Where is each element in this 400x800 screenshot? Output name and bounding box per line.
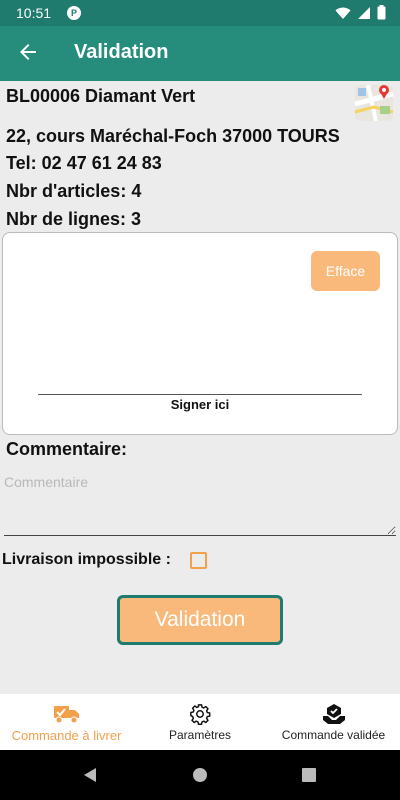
wifi-icon	[335, 7, 351, 19]
nav-label: Commande validée	[281, 728, 386, 742]
signature-line	[38, 394, 362, 395]
comment-title: Commentaire:	[6, 439, 128, 459]
status-time: 10:51	[16, 5, 52, 21]
app-bar: Validation	[0, 26, 400, 81]
nav-item-commande-validee[interactable]: Commande validée	[267, 694, 400, 750]
nav-item-parametres[interactable]: Paramètres	[133, 694, 267, 750]
page-title: Validation	[74, 41, 169, 63]
order-article-count: Nbr d'articles: 4	[6, 181, 142, 201]
validated-order-icon	[323, 704, 345, 724]
system-home-icon[interactable]	[192, 767, 208, 783]
status-icons	[335, 5, 386, 20]
nav-item-commande-a-livrer[interactable]: Commande à livrer	[0, 694, 133, 750]
order-phone: Tel: 02 47 61 24 83	[6, 153, 162, 173]
gear-icon	[190, 704, 211, 725]
clear-signature-button[interactable]: Efface	[311, 251, 380, 291]
system-navigation-bar	[0, 750, 400, 800]
battery-icon	[377, 5, 386, 20]
system-recents-icon[interactable]	[302, 768, 316, 782]
cell-signal-icon	[358, 6, 370, 19]
order-line-count: Nbr de lignes: 3	[6, 209, 142, 229]
comment-input[interactable]	[4, 470, 396, 536]
bottom-navigation: Commande à livrer Paramètres Commande va…	[0, 694, 400, 750]
delivery-truck-icon	[54, 706, 79, 724]
nav-label: Commande à livrer	[11, 728, 122, 743]
order-reference: BL00006 Diamant Vert	[6, 86, 196, 106]
delivery-impossible-checkbox[interactable]	[190, 552, 207, 569]
back-arrow-icon[interactable]	[16, 40, 40, 64]
status-bar: 10:51 P	[0, 0, 400, 26]
nav-label: Paramètres	[168, 728, 232, 742]
order-address: 22, cours Maréchal-Foch 37000 TOURS	[6, 126, 340, 146]
map-icon[interactable]	[354, 82, 394, 122]
system-back-icon[interactable]	[83, 767, 97, 783]
validation-button[interactable]: Validation	[117, 595, 283, 645]
app-notification-icon: P	[67, 6, 81, 20]
signature-prompt: Signer ici	[170, 397, 230, 412]
delivery-impossible-label: Livraison impossible :	[2, 551, 171, 568]
